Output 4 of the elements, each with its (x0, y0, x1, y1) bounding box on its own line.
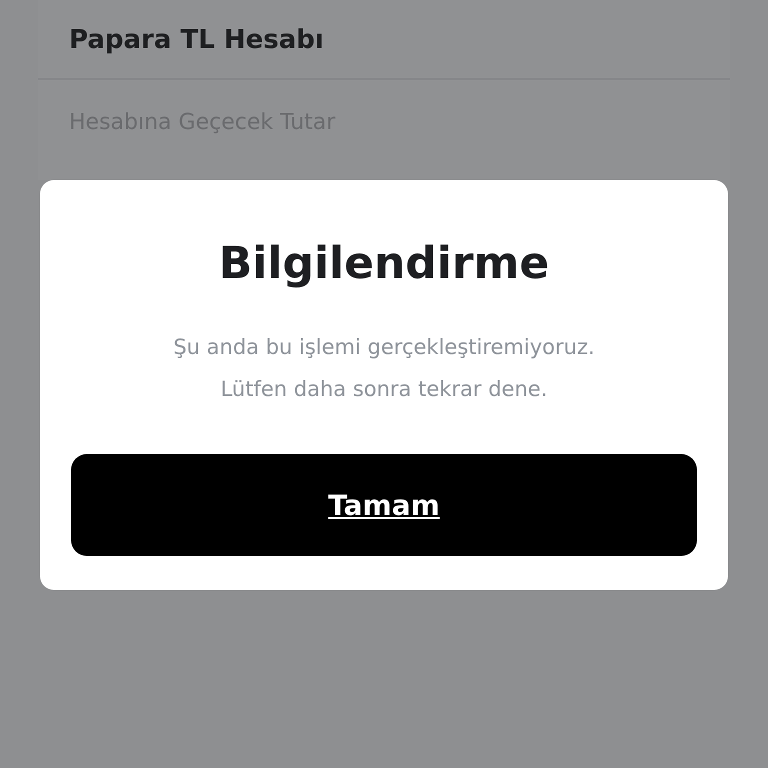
dialog-message: Şu anda bu işlemi gerçekleştiremiyoruz. Lütfen daha sonra tekrar dene. (173, 334, 595, 403)
ok-button[interactable]: Tamam (71, 454, 697, 556)
dialog-title: Bilgilendirme (218, 236, 550, 290)
field-value: Papara TL Hesabı (69, 24, 325, 55)
